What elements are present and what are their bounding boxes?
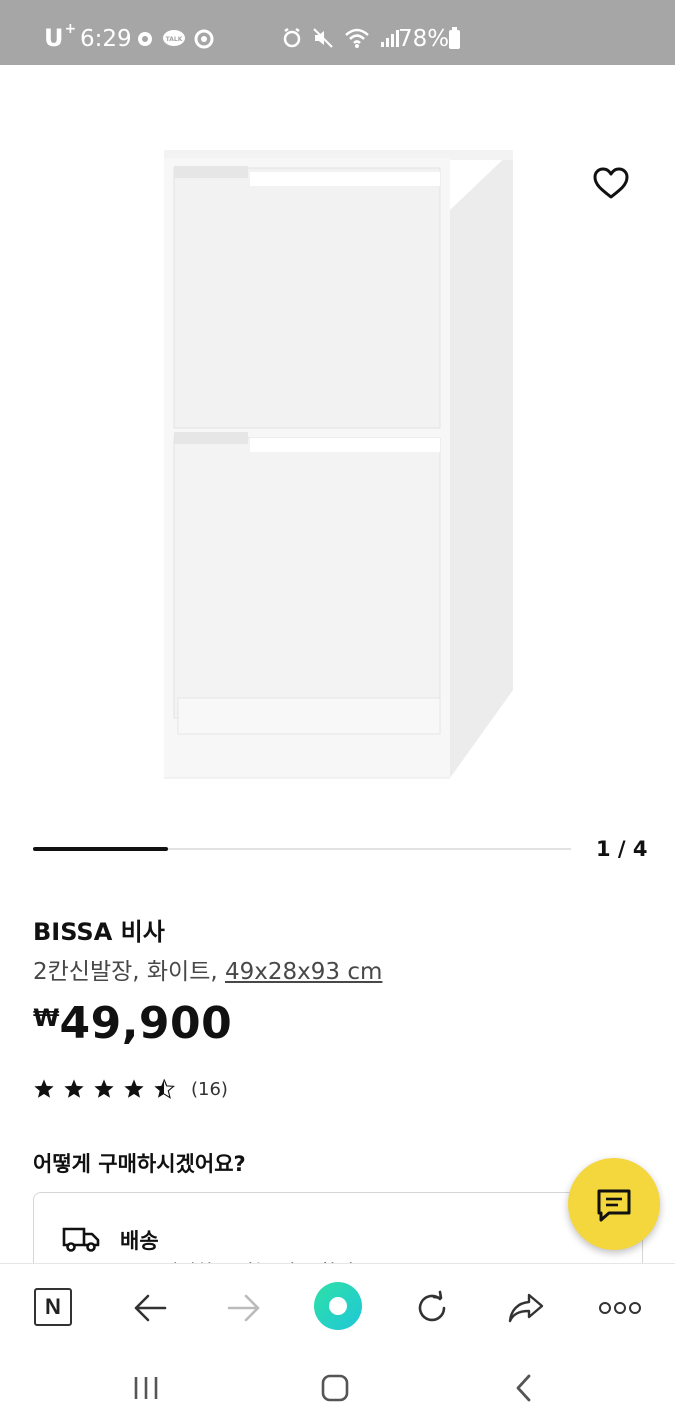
product-description: 2칸신발장, 화이트, 49x28x93 cm	[33, 952, 382, 986]
price-currency: ₩	[33, 1004, 60, 1032]
home-button[interactable]	[314, 1282, 362, 1330]
product-description-text: 2칸신발장, 화이트,	[33, 959, 225, 985]
more-icon	[599, 1302, 641, 1314]
svg-text:TALK: TALK	[166, 36, 183, 43]
price-amount: 49,900	[59, 998, 233, 1049]
back-button[interactable]	[128, 1286, 172, 1330]
chat-button[interactable]	[568, 1158, 660, 1250]
review-count: (16)	[191, 1078, 228, 1100]
star-icon	[64, 1079, 84, 1098]
chevron-left-icon	[516, 1374, 531, 1402]
battery-icon	[449, 27, 460, 49]
mute-icon	[313, 28, 333, 48]
star-icon	[94, 1079, 114, 1098]
product-name: BISSA 비사	[33, 918, 165, 946]
chat-icon	[597, 1189, 631, 1222]
browser-toolbar: N	[0, 1263, 675, 1352]
naver-icon[interactable]: N	[34, 1288, 72, 1326]
delivery-label: 배송	[120, 1229, 159, 1253]
truck-icon	[62, 1227, 100, 1252]
clock: 6:29	[80, 26, 132, 52]
gallery-progress-fill	[33, 847, 168, 851]
signal-icon	[381, 30, 399, 47]
arrow-left-icon	[134, 1294, 167, 1322]
recents-icon	[134, 1377, 158, 1399]
product-dimensions-link[interactable]: 49x28x93 cm	[225, 959, 382, 985]
star-icon	[34, 1079, 54, 1098]
refresh-button[interactable]	[410, 1286, 454, 1330]
half-star-icon	[154, 1079, 175, 1099]
kakaotalk-icon: TALK	[163, 30, 185, 46]
share-icon	[508, 1293, 544, 1323]
location-icon	[138, 32, 152, 46]
purchase-heading: 어떻게 구매하시겠어요?	[33, 1152, 246, 1176]
gallery-page-indicator: 1 / 4	[596, 837, 648, 861]
forward-button[interactable]	[222, 1286, 266, 1330]
carrier-label: U+	[44, 21, 77, 52]
system-nav-bar	[0, 1351, 675, 1425]
notification-icons: TALK	[136, 29, 214, 49]
product-price: ₩49,900	[33, 998, 232, 1049]
recents-button[interactable]	[126, 1371, 166, 1405]
refresh-icon	[418, 1290, 446, 1322]
home-nav-button[interactable]	[315, 1371, 355, 1405]
favorite-heart-icon[interactable]	[592, 166, 630, 202]
share-button[interactable]	[504, 1286, 548, 1330]
home-square-icon	[321, 1374, 349, 1402]
product-image[interactable]	[150, 120, 530, 790]
battery-percent: 78%	[398, 26, 450, 52]
alarm-icon	[283, 27, 301, 48]
status-bar: U+ 6:29 TALK 78%	[0, 0, 675, 65]
star-icon	[124, 1079, 144, 1098]
app-notification-icon	[194, 29, 214, 49]
system-icons	[282, 27, 400, 49]
wifi-icon	[345, 28, 369, 48]
product-rating[interactable]: (16)	[33, 1078, 228, 1100]
more-button[interactable]	[596, 1286, 644, 1330]
back-nav-button[interactable]	[504, 1371, 544, 1405]
arrow-right-icon	[227, 1294, 260, 1322]
